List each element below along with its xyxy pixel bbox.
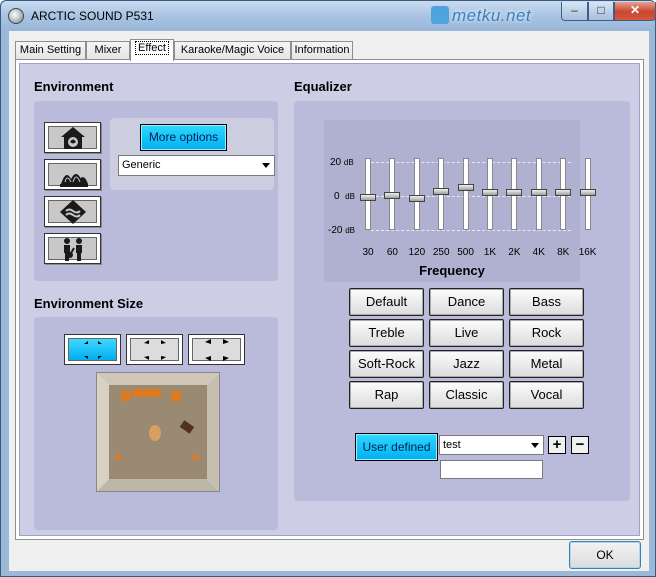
- eq-preset-soft-rock-button[interactable]: Soft-Rock: [349, 350, 424, 378]
- eq-preset-rock-button[interactable]: Rock: [509, 319, 584, 347]
- size-small-button[interactable]: [64, 334, 121, 365]
- eq-preset-jazz-button[interactable]: Jazz: [429, 350, 504, 378]
- eq-slider-thumb-2K[interactable]: [506, 189, 523, 197]
- close-button[interactable]: ✕: [614, 2, 656, 21]
- tab-information[interactable]: Information: [291, 41, 353, 60]
- eq-slider-thumb-120[interactable]: [408, 194, 425, 202]
- eq-preset-default-button[interactable]: Default: [349, 288, 424, 316]
- frequency-axis-title: Frequency: [419, 263, 485, 278]
- eq-slider-track-500[interactable]: [462, 158, 469, 230]
- equalizer-group: 20 dB 0 dB -20 dB 30 60 120 250 500 1K 2K 4K 8K 1…: [294, 101, 630, 501]
- user-defined-button[interactable]: User defined: [355, 433, 438, 461]
- minimize-icon: –: [571, 3, 578, 17]
- eq-preset-vocal-button[interactable]: Vocal: [509, 381, 584, 409]
- eq-preset-dance-button[interactable]: Dance: [429, 288, 504, 316]
- maximize-button[interactable]: □: [588, 2, 614, 21]
- user-preset-select[interactable]: test: [439, 435, 544, 455]
- watermark-icon: [431, 6, 449, 24]
- small-room-icon: [84, 341, 102, 359]
- user-defined-panel: User defined test + −: [301, 417, 622, 493]
- eq-slider-thumb-250[interactable]: [433, 188, 450, 196]
- effect-panel: Environment More options Generic Environ…: [15, 59, 644, 540]
- size-large-button[interactable]: [188, 334, 245, 365]
- environment-preset-select[interactable]: Generic: [118, 155, 275, 176]
- gridline-bottom: [371, 230, 571, 231]
- large-room-icon: [205, 339, 229, 361]
- env-house-button[interactable]: [44, 122, 101, 153]
- window-client: Main Setting Mixer Effect Karaoke/Magic …: [9, 31, 649, 571]
- effect-panel-inner: Environment More options Generic Environ…: [19, 63, 640, 536]
- environment-heading: Environment: [34, 79, 114, 94]
- more-options-button[interactable]: More options: [140, 124, 227, 151]
- watermark-logo: metku.net: [431, 6, 531, 26]
- chevron-down-icon: [531, 443, 539, 448]
- env-water-button[interactable]: [44, 196, 101, 227]
- db-label-mid: 0 dB: [334, 191, 355, 202]
- room-preview-icon: [97, 373, 219, 491]
- house-icon: [61, 127, 85, 149]
- tab-main-setting[interactable]: Main Setting: [15, 41, 86, 60]
- eq-preset-metal-button[interactable]: Metal: [509, 350, 584, 378]
- environment-size-heading: Environment Size: [34, 296, 144, 311]
- ok-button[interactable]: OK: [569, 541, 641, 569]
- size-medium-button[interactable]: [126, 334, 183, 365]
- equalizer-graph: 20 dB 0 dB -20 dB 30 60 120 250 500 1K 2K 4K 8K 1…: [324, 120, 596, 282]
- title-bar[interactable]: ARCTIC SOUND P531 metku.net – □ ✕: [1, 1, 656, 31]
- window-title: ARCTIC SOUND P531: [31, 9, 154, 23]
- eq-slider-thumb-4K[interactable]: [530, 189, 547, 197]
- env-people-button[interactable]: [44, 233, 101, 264]
- db-label-top: 20 dB: [330, 157, 354, 168]
- freq-label-16K: 16K: [578, 247, 597, 258]
- tab-mixer[interactable]: Mixer: [86, 41, 130, 60]
- eq-slider-thumb-30[interactable]: [360, 193, 376, 201]
- opera-house-icon: [60, 174, 88, 187]
- eq-preset-live-button[interactable]: Live: [429, 319, 504, 347]
- eq-preset-classic-button[interactable]: Classic: [429, 381, 504, 409]
- people-icon: [64, 238, 82, 261]
- app-icon: [8, 8, 24, 24]
- plus-icon: +: [552, 436, 562, 453]
- remove-preset-button[interactable]: −: [571, 436, 589, 454]
- environment-group: More options Generic: [34, 101, 278, 281]
- eq-preset-treble-button[interactable]: Treble: [349, 319, 424, 347]
- water-icon: [60, 200, 86, 224]
- chevron-down-icon: [262, 163, 270, 168]
- environment-options-panel: More options Generic: [110, 118, 275, 190]
- tab-effect[interactable]: Effect: [130, 39, 174, 61]
- db-label-bottom: -20 dB: [328, 225, 356, 236]
- environment-size-group: [34, 317, 278, 530]
- eq-slider-thumb-60[interactable]: [384, 192, 401, 200]
- add-preset-button[interactable]: +: [548, 436, 566, 454]
- close-icon: ✕: [629, 3, 641, 17]
- eq-preset-rap-button[interactable]: Rap: [349, 381, 424, 409]
- watermark-text: metku.net: [452, 6, 532, 25]
- minimize-button[interactable]: –: [561, 2, 588, 21]
- medium-room-icon: [144, 340, 166, 360]
- app-window: ARCTIC SOUND P531 metku.net – □ ✕ Main S…: [0, 0, 656, 577]
- preset-name-input[interactable]: [440, 460, 543, 479]
- eq-slider-thumb-8K[interactable]: [555, 189, 572, 197]
- eq-slider-thumb-1K[interactable]: [482, 189, 498, 197]
- eq-preset-bass-button[interactable]: Bass: [509, 288, 584, 316]
- eq-slider-thumb-500[interactable]: [457, 183, 474, 191]
- eq-slider-thumb-16K[interactable]: [579, 189, 596, 197]
- tab-karaoke-magic-voice[interactable]: Karaoke/Magic Voice: [174, 41, 291, 60]
- minus-icon: −: [575, 436, 585, 453]
- env-opera-house-button[interactable]: [44, 159, 101, 190]
- equalizer-heading: Equalizer: [294, 79, 352, 94]
- room-preview-image: [96, 372, 220, 492]
- maximize-icon: □: [597, 3, 605, 17]
